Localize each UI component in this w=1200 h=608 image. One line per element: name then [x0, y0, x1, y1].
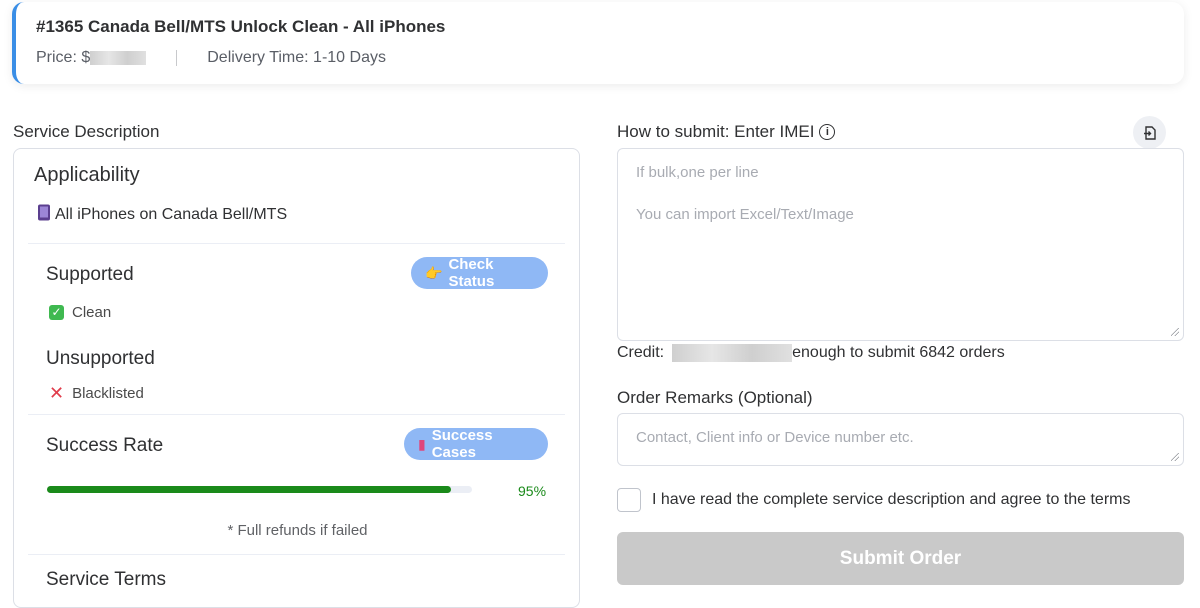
- supported-item: ✓ Clean: [49, 304, 111, 321]
- submit-order-button[interactable]: Submit Order: [617, 532, 1184, 585]
- order-remarks-placeholder: Contact, Client info or Device number et…: [636, 429, 914, 446]
- unsupported-item-label: Blacklisted: [72, 385, 144, 402]
- imei-input[interactable]: If bulk,one per line You can import Exce…: [617, 148, 1184, 341]
- agree-terms-text[interactable]: I have read the complete service descrip…: [652, 491, 1130, 509]
- divider: [28, 243, 565, 244]
- resize-handle[interactable]: [1171, 453, 1179, 461]
- agree-terms-row: I have read the complete service descrip…: [617, 488, 1130, 512]
- price-label: Price: $: [36, 49, 91, 66]
- check-status-button[interactable]: 👉 Check Status: [411, 256, 548, 290]
- imei-placeholder-line1: If bulk,one per line: [636, 164, 759, 181]
- applicability-text: All iPhones on Canada Bell/MTS: [55, 206, 288, 223]
- service-description-card: Applicability All iPhones on Canada Bell…: [13, 148, 580, 608]
- success-rate-bar-fill: [47, 486, 451, 493]
- success-cases-label: Success Cases: [431, 427, 493, 461]
- checkmark-icon: ✓: [49, 305, 64, 320]
- cross-icon: ✕: [49, 383, 65, 403]
- service-title: #1365 Canada Bell/MTS Unlock Clean - All…: [36, 17, 446, 36]
- credit-suffix: enough to submit 6842 orders: [792, 344, 1005, 361]
- pointing-hand-icon: 👉: [425, 264, 443, 281]
- success-rate-title: Success Rate: [46, 435, 164, 456]
- magnet-icon: ▮: [418, 435, 426, 452]
- phone-icon: [38, 204, 50, 221]
- success-cases-button[interactable]: ▮ Success Cases: [404, 427, 548, 461]
- service-terms-title: Service Terms: [46, 569, 167, 590]
- price-row: Price: $ Delivery Time: 1-10 Days: [36, 49, 386, 67]
- applicability-line: All iPhones on Canada Bell/MTS: [37, 204, 287, 224]
- applicability-title: Applicability: [34, 164, 140, 186]
- success-rate-value: 95%: [518, 483, 547, 499]
- resize-handle[interactable]: [1171, 328, 1179, 336]
- check-status-label: Check Status: [448, 256, 495, 290]
- credit-redacted: [672, 344, 793, 362]
- import-file-button[interactable]: [1133, 116, 1166, 149]
- imei-placeholder-line2: You can import Excel/Text/Image: [636, 206, 854, 223]
- info-icon[interactable]: i: [819, 124, 836, 140]
- how-to-submit-label: How to submit: Enter IMEI i: [617, 122, 836, 142]
- price-redacted: [90, 51, 147, 65]
- success-rate-bar: [47, 486, 472, 493]
- import-file-icon: [1143, 125, 1156, 140]
- divider: [176, 50, 178, 66]
- service-description-label: Service Description: [13, 122, 160, 141]
- agree-terms-checkbox[interactable]: [617, 488, 641, 512]
- delivery-time: Delivery Time: 1-10 Days: [207, 49, 386, 66]
- divider: [28, 414, 565, 415]
- divider: [28, 554, 565, 555]
- unsupported-item: ✕ Blacklisted: [49, 383, 144, 404]
- unsupported-title: Unsupported: [46, 348, 155, 369]
- how-to-submit-text: How to submit: Enter IMEI: [617, 122, 815, 141]
- service-header-card: #1365 Canada Bell/MTS Unlock Clean - All…: [12, 2, 1184, 84]
- supported-title: Supported: [46, 264, 134, 285]
- order-remarks-input[interactable]: Contact, Client info or Device number et…: [617, 413, 1184, 466]
- credit-row: Credit: enough to submit 6842 orders: [617, 344, 1005, 362]
- refund-note: * Full refunds if failed: [227, 522, 368, 539]
- supported-item-label: Clean: [72, 304, 112, 321]
- order-remarks-label: Order Remarks (Optional): [617, 388, 813, 407]
- credit-label: Credit:: [617, 344, 665, 361]
